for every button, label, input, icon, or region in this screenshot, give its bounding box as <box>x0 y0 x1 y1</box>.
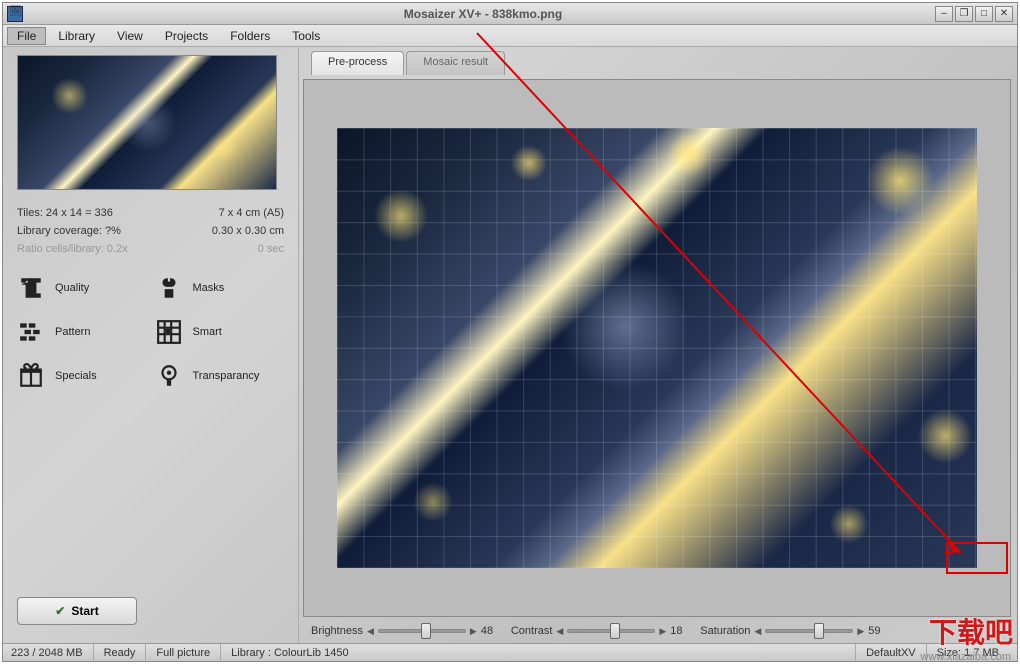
image-canvas[interactable] <box>337 128 977 568</box>
sliders-row: Brightness ◀ ▶ 48 Contrast ◀ ▶ 18 <box>303 621 1011 641</box>
status-memory: 223 / 2048 MB <box>11 644 94 661</box>
brightness-slider[interactable] <box>378 629 466 633</box>
minimize-button[interactable]: – <box>935 6 953 22</box>
status-mode: Full picture <box>146 644 221 661</box>
start-button[interactable]: ✔ Start <box>17 597 137 625</box>
masks-icon <box>155 274 183 302</box>
option-masks-label: Masks <box>193 282 225 294</box>
check-icon: ✔ <box>55 604 65 618</box>
restore-button[interactable]: ❐ <box>955 6 973 22</box>
saturation-increase[interactable]: ▶ <box>857 626 864 637</box>
option-smart-label: Smart <box>193 326 222 338</box>
menu-file[interactable]: File <box>7 27 46 45</box>
start-label: Start <box>71 604 98 618</box>
specials-icon <box>17 362 45 390</box>
saturation-label: Saturation <box>700 625 750 637</box>
canvas-container <box>303 79 1011 617</box>
contrast-decrease[interactable]: ◀ <box>556 626 563 637</box>
quality-icon <box>17 274 45 302</box>
menu-projects[interactable]: Projects <box>155 27 218 45</box>
saturation-thumb[interactable] <box>814 623 824 639</box>
app-icon <box>7 6 23 22</box>
option-quality-label: Quality <box>55 282 89 294</box>
info-table: Tiles: 24 x 14 = 336 7 x 4 cm (A5) Libra… <box>17 204 284 258</box>
contrast-increase[interactable]: ▶ <box>659 626 666 637</box>
menubar: File Library View Projects Folders Tools <box>3 25 1017 47</box>
brightness-increase[interactable]: ▶ <box>470 626 477 637</box>
option-masks[interactable]: Masks <box>155 274 285 302</box>
app-window: Mosaizer XV+ - 838kmo.png – ❐ □ ✕ File L… <box>2 2 1018 662</box>
menu-tools[interactable]: Tools <box>282 27 330 45</box>
main-area: Tiles: 24 x 14 = 336 7 x 4 cm (A5) Libra… <box>3 47 1017 643</box>
tiles-value: 7 x 4 cm (A5) <box>219 204 284 222</box>
contrast-slider[interactable] <box>567 629 655 633</box>
brightness-slider-group: Brightness ◀ ▶ 48 <box>311 625 505 637</box>
window-controls: – ❐ □ ✕ <box>935 6 1013 22</box>
watermark-text: 下载吧 <box>929 611 1013 651</box>
contrast-value: 18 <box>670 625 694 637</box>
ratio-value: 0 sec <box>258 240 284 258</box>
brightness-value: 48 <box>481 625 505 637</box>
close-button[interactable]: ✕ <box>995 6 1013 22</box>
smart-icon <box>155 318 183 346</box>
statusbar: 223 / 2048 MB Ready Full picture Library… <box>3 643 1017 661</box>
info-row-ratio: Ratio cells/library: 0.2x 0 sec <box>17 240 284 258</box>
tabs-row: Pre-process Mosaic result <box>311 51 1011 75</box>
pattern-icon <box>17 318 45 346</box>
window-title: Mosaizer XV+ - 838kmo.png <box>31 7 935 21</box>
menu-view[interactable]: View <box>107 27 153 45</box>
status-xv: DefaultXV <box>856 644 927 661</box>
titlebar: Mosaizer XV+ - 838kmo.png – ❐ □ ✕ <box>3 3 1017 25</box>
option-pattern-label: Pattern <box>55 326 90 338</box>
option-smart[interactable]: Smart <box>155 318 285 346</box>
saturation-slider[interactable] <box>765 629 853 633</box>
menu-library[interactable]: Library <box>48 27 105 45</box>
saturation-value: 59 <box>868 625 892 637</box>
status-state: Ready <box>94 644 147 661</box>
ratio-label: Ratio cells/library: 0.2x <box>17 240 128 258</box>
tab-preprocess[interactable]: Pre-process <box>311 51 404 75</box>
left-panel: Tiles: 24 x 14 = 336 7 x 4 cm (A5) Libra… <box>3 47 299 643</box>
transparency-icon <box>155 362 183 390</box>
menu-folders[interactable]: Folders <box>220 27 280 45</box>
option-quality[interactable]: Quality <box>17 274 147 302</box>
info-row-coverage: Library coverage: ?% 0.30 x 0.30 cm <box>17 222 284 240</box>
tiles-label: Tiles: 24 x 14 = 336 <box>17 204 113 222</box>
option-grid: Quality Masks Pattern <box>17 274 284 390</box>
watermark-url: www.xiazaiba.com <box>921 651 1011 663</box>
saturation-decrease[interactable]: ◀ <box>754 626 761 637</box>
brightness-label: Brightness <box>311 625 363 637</box>
mosaic-grid-overlay <box>337 128 977 568</box>
contrast-thumb[interactable] <box>610 623 620 639</box>
thumbnail-preview[interactable] <box>17 55 277 190</box>
coverage-value: 0.30 x 0.30 cm <box>212 222 284 240</box>
option-specials-label: Specials <box>55 370 97 382</box>
tab-mosaic-result[interactable]: Mosaic result <box>406 51 505 75</box>
contrast-label: Contrast <box>511 625 553 637</box>
option-pattern[interactable]: Pattern <box>17 318 147 346</box>
right-panel: Pre-process Mosaic result Brightness ◀ ▶… <box>299 47 1017 643</box>
info-row-tiles: Tiles: 24 x 14 = 336 7 x 4 cm (A5) <box>17 204 284 222</box>
coverage-label: Library coverage: ?% <box>17 222 121 240</box>
brightness-thumb[interactable] <box>421 623 431 639</box>
saturation-slider-group: Saturation ◀ ▶ 59 <box>700 625 892 637</box>
maximize-button[interactable]: □ <box>975 6 993 22</box>
status-library: Library : ColourLib 1450 <box>221 644 856 661</box>
option-transparency[interactable]: Transparancy <box>155 362 285 390</box>
contrast-slider-group: Contrast ◀ ▶ 18 <box>511 625 694 637</box>
option-specials[interactable]: Specials <box>17 362 147 390</box>
brightness-decrease[interactable]: ◀ <box>367 626 374 637</box>
option-transparency-label: Transparancy <box>193 370 260 382</box>
